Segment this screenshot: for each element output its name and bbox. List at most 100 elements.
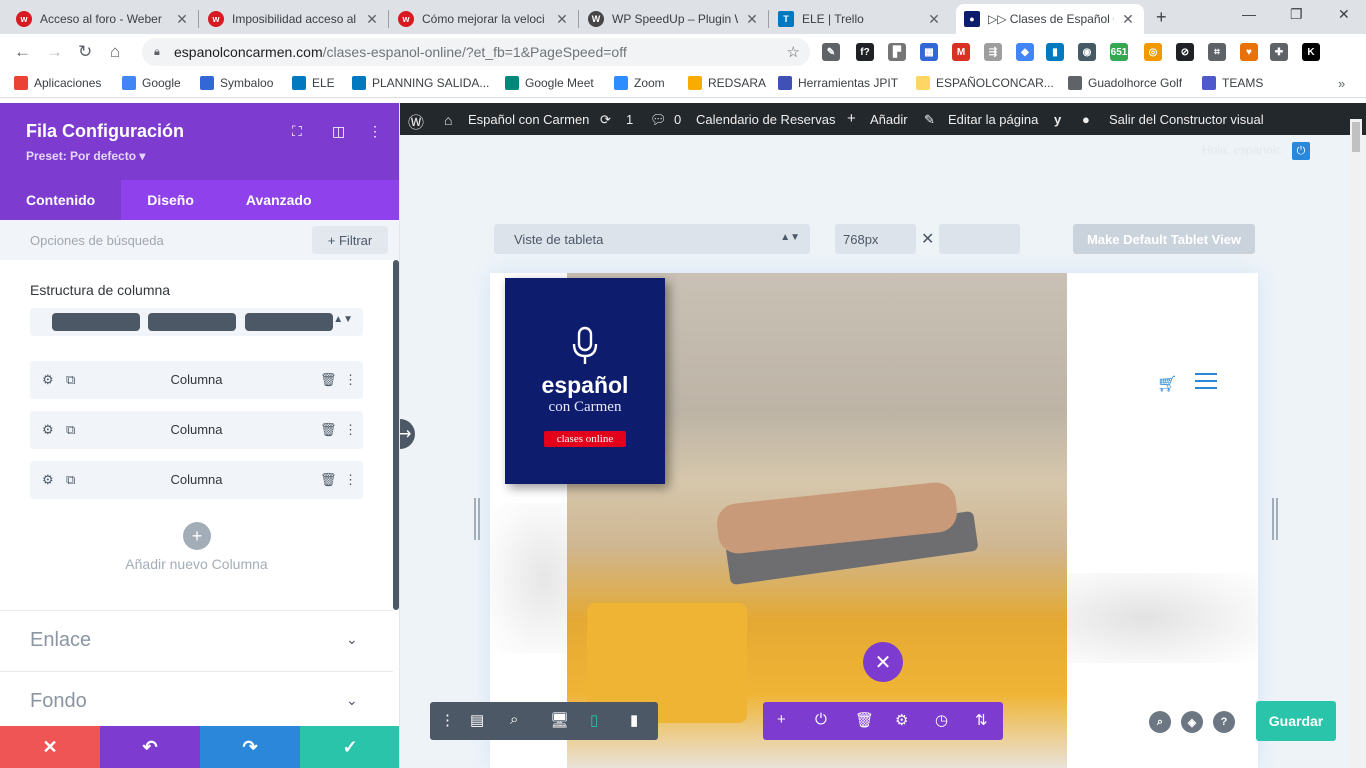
close-icon[interactable]: ✕	[744, 11, 760, 28]
layers-icon[interactable]: ◈	[1181, 711, 1203, 733]
extension-icon[interactable]: ▮	[1046, 43, 1064, 61]
more-options-icon[interactable]: ⋮	[344, 422, 357, 438]
extension-icon[interactable]: ♥	[1240, 43, 1258, 61]
minimize-icon[interactable]: —	[1242, 6, 1256, 22]
more-options-icon[interactable]: ⋮	[344, 472, 357, 488]
scrollbar-thumb[interactable]	[1352, 122, 1360, 152]
make-default-button[interactable]: Make Default Tablet View	[1073, 224, 1255, 254]
add-icon[interactable]: +	[777, 711, 786, 728]
close-icon[interactable]: ✕	[174, 11, 190, 28]
add-column-button[interactable]: +	[183, 522, 211, 550]
undo-button[interactable]: ↶	[100, 726, 200, 768]
extension-icon[interactable]: ⇶	[984, 43, 1002, 61]
width-input[interactable]: 768px	[835, 224, 916, 254]
cart-icon[interactable]: 🛒︎	[1157, 374, 1177, 394]
view-mode-select[interactable]: Viste de tableta ▲▼	[494, 224, 810, 254]
more-bookmarks-icon[interactable]: »	[1338, 76, 1345, 91]
split-view-icon[interactable]: ◫	[332, 123, 345, 140]
bookmark-star-icon[interactable]: ☆	[787, 43, 800, 61]
filter-button[interactable]: + Filtrar	[312, 226, 388, 254]
extension-icon[interactable]: ▦	[920, 43, 938, 61]
toggle-enlace[interactable]: Enlace ⌄	[0, 610, 393, 670]
toggle-fondo[interactable]: Fondo ⌄	[0, 671, 393, 731]
browser-tab[interactable]: T ELE | Trello ✕	[770, 4, 950, 34]
column-item[interactable]: ⚙ ⧉ Columna 🗑︎ ⋮	[30, 461, 363, 499]
history-icon[interactable]: ◷	[935, 711, 948, 729]
trash-icon[interactable]: 🗑︎	[855, 711, 874, 729]
add-column-label[interactable]: Añadir nuevo Columna	[0, 556, 393, 572]
window-close-icon[interactable]: ✕	[1338, 6, 1350, 23]
help-icon[interactable]: ?	[1213, 711, 1235, 733]
edit-page-link[interactable]: Editar la página	[948, 112, 1038, 127]
browser-tab[interactable]: w Imposibilidad acceso al ✕	[200, 4, 388, 34]
bookmark-item[interactable]: PLANNING SALIDA...	[352, 76, 489, 90]
extension-icon[interactable]: K	[1302, 43, 1320, 61]
confirm-button[interactable]: ✓	[300, 726, 399, 768]
extension-icon[interactable]: ▛	[888, 43, 906, 61]
bookmark-item[interactable]: Aplicaciones	[14, 76, 101, 90]
reload-icon[interactable]: ↻	[78, 42, 92, 62]
address-bar[interactable]: 🔒︎ espanolconcarmen.com/clases-espanol-o…	[142, 38, 810, 66]
back-icon[interactable]: ←	[14, 42, 31, 62]
extension-icon[interactable]: M	[952, 43, 970, 61]
exit-builder-link[interactable]: Salir del Constructor visual	[1109, 112, 1264, 127]
close-icon[interactable]: ✕	[1120, 11, 1136, 28]
user-greeting[interactable]: Hola, espanolc	[1202, 143, 1281, 157]
search-options-input[interactable]: Opciones de búsqueda	[30, 233, 164, 248]
bookmark-item[interactable]: Herramientas JPIT	[778, 76, 898, 90]
more-options-icon[interactable]: ⋮	[368, 123, 382, 140]
site-name-link[interactable]: Español con Carmen	[468, 112, 589, 127]
browser-tab-active[interactable]: ● ▷▷ Clases de Español C ✕	[956, 4, 1144, 34]
redo-button[interactable]: ↷	[200, 726, 300, 768]
browser-tab[interactable]: w Acceso al foro - Weber ✕	[8, 4, 198, 34]
panel-scrollbar[interactable]	[393, 260, 399, 610]
hamburger-menu-icon[interactable]	[1195, 373, 1217, 389]
extension-icon[interactable]: ⌗	[1208, 43, 1226, 61]
calendar-link[interactable]: Calendario de Reservas	[696, 112, 835, 127]
more-options-icon[interactable]: ⋮	[440, 711, 455, 729]
page-scrollbar[interactable]	[1350, 119, 1362, 768]
zoom-icon[interactable]: ⌕	[510, 711, 518, 728]
wordpress-logo-icon[interactable]: Ⓦ	[408, 109, 424, 133]
close-icon[interactable]: ✕	[554, 11, 570, 28]
extension-icon[interactable]: ◎	[1144, 43, 1162, 61]
desktop-view-icon[interactable]: 🖥︎	[550, 711, 569, 729]
bookmark-item[interactable]: Google	[122, 76, 181, 90]
resize-grip-right[interactable]	[1272, 498, 1278, 540]
wireframe-icon[interactable]: ▤	[470, 711, 484, 729]
trash-icon[interactable]: 🗑︎	[320, 372, 337, 388]
extension-icon[interactable]: ✎	[822, 43, 840, 61]
extension-icon[interactable]: ◉	[1078, 43, 1096, 61]
extension-icon[interactable]: f?	[856, 43, 874, 61]
extension-icon[interactable]: ⊘	[1176, 43, 1194, 61]
preset-dropdown[interactable]: Preset: Por defecto ▾	[26, 149, 145, 163]
browser-tab[interactable]: W WP SpeedUp – Plugin W ✕	[580, 4, 768, 34]
column-structure-select[interactable]: ▲▼	[30, 308, 363, 336]
search-icon[interactable]: ⌕	[1149, 711, 1171, 733]
sort-icon[interactable]: ⇅	[975, 711, 988, 729]
extension-icon[interactable]: ◆	[1016, 43, 1034, 61]
extension-icon[interactable]: 651	[1110, 43, 1128, 61]
close-module-button[interactable]: ✕	[863, 642, 903, 682]
tablet-view-icon[interactable]: ▯	[590, 711, 598, 729]
column-item[interactable]: ⚙ ⧉ Columna 🗑︎ ⋮	[30, 411, 363, 449]
power-icon[interactable]: ⏻	[815, 711, 827, 728]
more-options-icon[interactable]: ⋮	[344, 372, 357, 388]
bookmark-item[interactable]: TEAMS	[1202, 76, 1263, 90]
cancel-button[interactable]: ✕	[0, 726, 100, 768]
bookmark-item[interactable]: Guadolhorce Golf	[1068, 76, 1182, 90]
save-button[interactable]: Guardar	[1256, 701, 1336, 741]
tab-diseno[interactable]: Diseño	[121, 180, 220, 220]
height-input[interactable]	[939, 224, 1020, 254]
tab-contenido[interactable]: Contenido	[0, 180, 122, 220]
close-icon[interactable]: ✕	[926, 11, 942, 28]
tab-avanzado[interactable]: Avanzado	[220, 180, 338, 220]
expand-icon[interactable]: ⛶	[292, 123, 302, 140]
bookmark-item[interactable]: Zoom	[614, 76, 665, 90]
yoast-icon[interactable]: y	[1054, 112, 1061, 127]
site-logo[interactable]: español con Carmen clases online	[505, 278, 665, 484]
resize-grip-left[interactable]	[474, 498, 480, 540]
comments-icon[interactable]: 💬︎	[650, 112, 667, 128]
home-icon[interactable]: ⌂	[110, 42, 120, 62]
new-tab-icon[interactable]: +	[1156, 7, 1167, 28]
